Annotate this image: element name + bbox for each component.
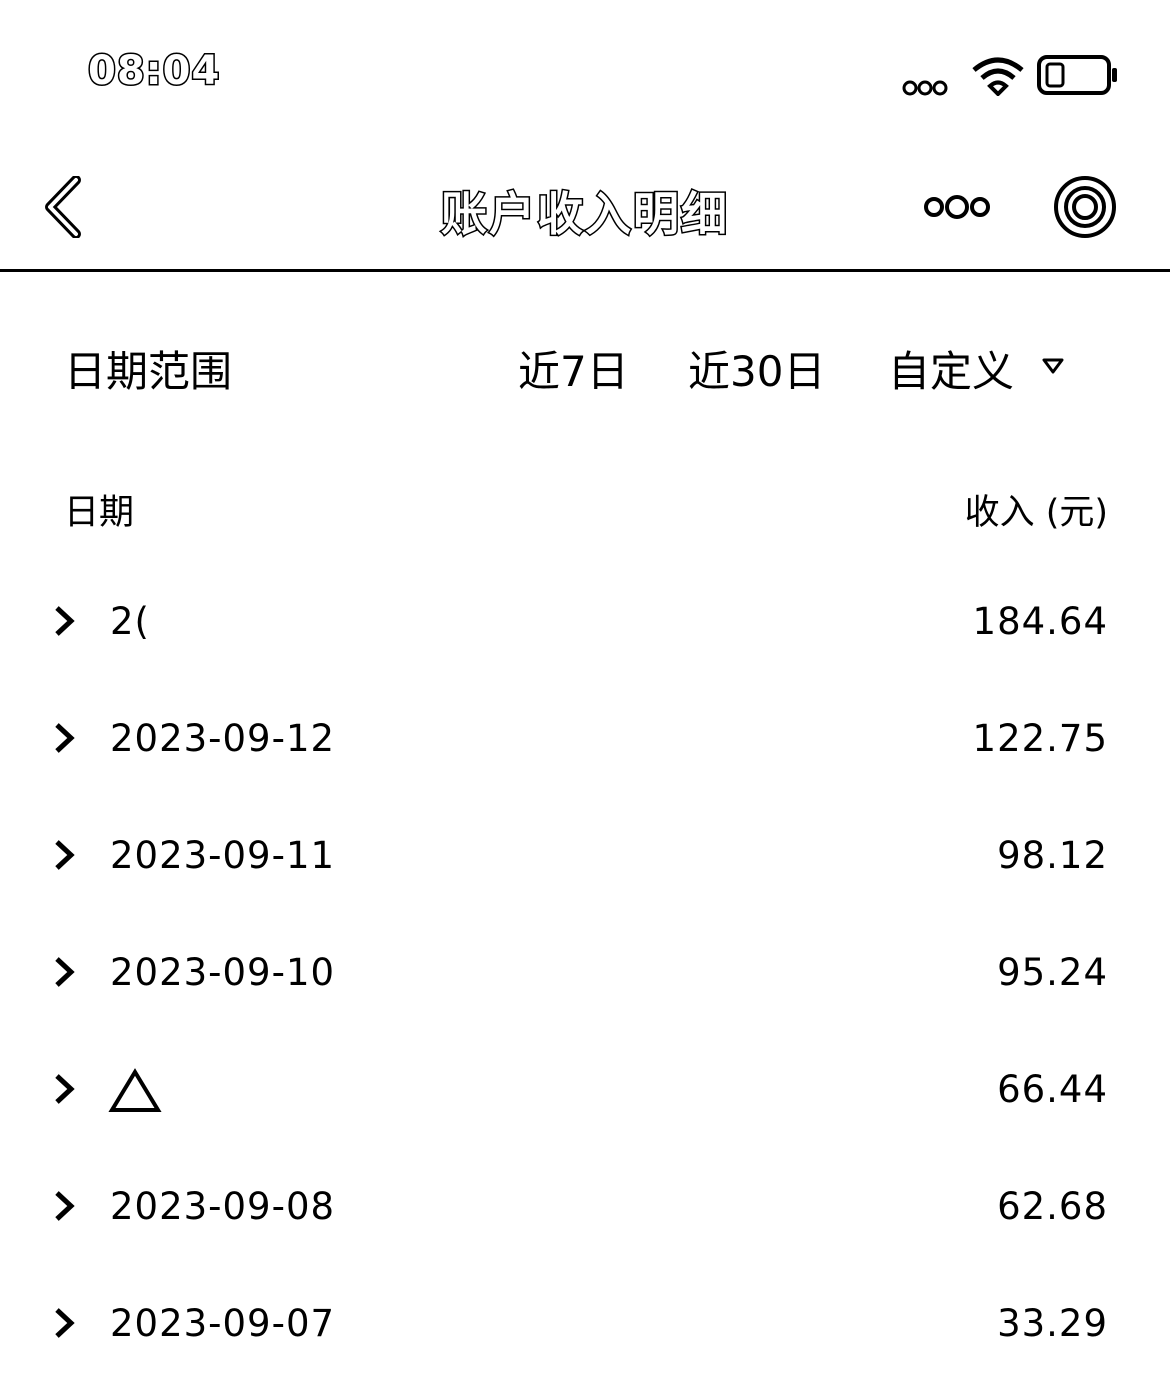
status-time: 08:04: [86, 47, 221, 96]
page-title: 账户收入明细: [440, 186, 729, 243]
table-row[interactable]: 2023-09-10 95.24: [0, 913, 1170, 1030]
income-column-header: 收入 (元): [964, 493, 1108, 533]
nav-bar: 账户收入明细: [0, 140, 1170, 272]
income-list: 2( 184.64 2023-09-12 122.75 2023-09-11 9…: [0, 562, 1170, 1381]
row-date: 2023-09-07: [110, 1302, 336, 1345]
filter-last-7-days[interactable]: 近7日: [518, 338, 629, 399]
chevron-right-icon[interactable]: [52, 604, 76, 638]
row-amount: 33.29: [997, 1302, 1108, 1345]
row-date: 2023-09-12: [110, 717, 336, 760]
table-row[interactable]: 2023-09-08 62.68: [0, 1147, 1170, 1264]
filter-last-30-days[interactable]: 近30日: [688, 338, 825, 399]
row-date: 2023-09-11: [110, 834, 336, 877]
status-bar: 08:04: [0, 0, 1170, 140]
chevron-right-icon[interactable]: [52, 721, 76, 755]
row-date: 2023-09-08: [110, 1185, 336, 1228]
date-column-header: 日期: [64, 493, 135, 533]
table-row[interactable]: 2( 184.64: [0, 562, 1170, 679]
chevron-right-icon[interactable]: [52, 838, 76, 872]
row-date: 2(: [110, 600, 150, 643]
chevron-right-icon[interactable]: [52, 1072, 76, 1106]
table-row[interactable]: 66.44: [0, 1030, 1170, 1147]
row-amount: 122.75: [972, 717, 1108, 760]
row-amount: 62.68: [997, 1185, 1108, 1228]
row-date: 2023-09-10: [110, 951, 336, 994]
row-amount: 98.12: [997, 834, 1108, 877]
row-amount: 66.44: [997, 1068, 1108, 1111]
row-amount: 184.64: [972, 600, 1108, 643]
chevron-right-icon[interactable]: [52, 1189, 76, 1223]
chevron-right-icon[interactable]: [52, 955, 76, 989]
more-icon[interactable]: [922, 190, 992, 224]
table-row[interactable]: 2023-09-12 122.75: [0, 679, 1170, 796]
row-amount: 95.24: [997, 951, 1108, 994]
table-row[interactable]: 2023-09-07 33.29: [0, 1264, 1170, 1381]
target-icon[interactable]: [1052, 174, 1118, 240]
caret-down-icon[interactable]: [1042, 358, 1064, 374]
date-filter: 日期范围 近7日 近30日 自定义: [0, 330, 1170, 400]
chevron-right-icon[interactable]: [52, 1306, 76, 1340]
battery-icon: [1037, 55, 1117, 95]
signal-icon: [902, 80, 948, 96]
date-range-label: 日期范围: [64, 347, 233, 396]
table-header: 日期 收入 (元): [0, 480, 1170, 533]
filter-custom[interactable]: 自定义: [888, 338, 1014, 399]
table-row[interactable]: 2023-09-11 98.12: [0, 796, 1170, 913]
triangle-icon: [108, 1068, 162, 1112]
wifi-icon: [972, 57, 1024, 96]
